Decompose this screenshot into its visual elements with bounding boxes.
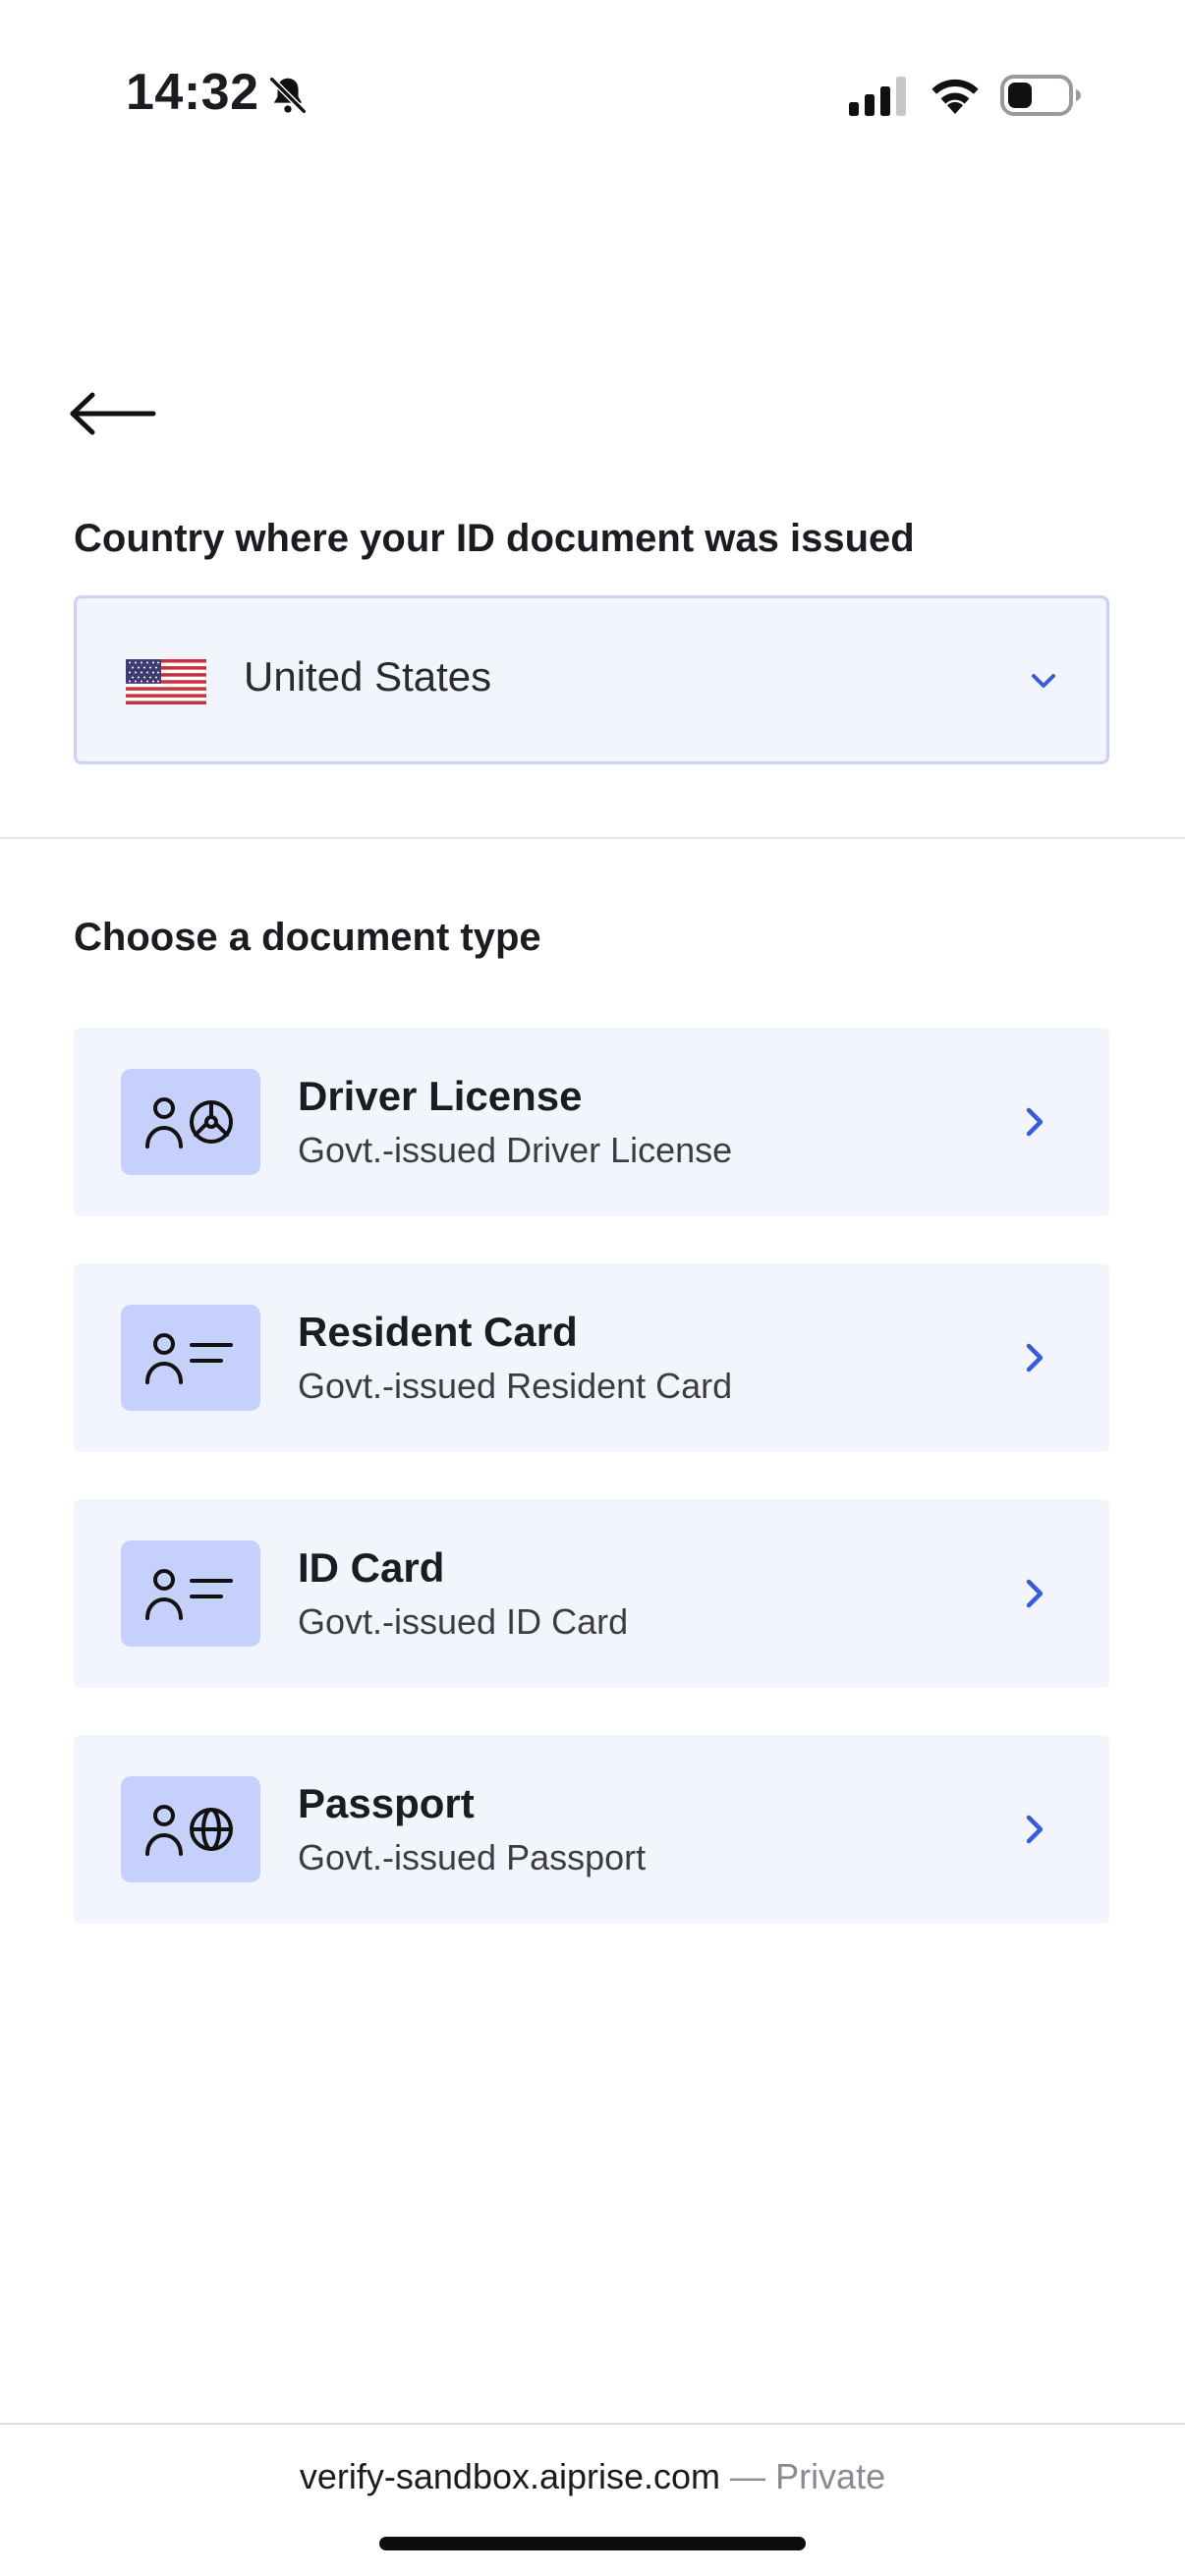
- chevron-down-icon: [1032, 674, 1055, 688]
- document-option-passport[interactable]: Passport Govt.-issued Passport: [74, 1735, 1109, 1924]
- battery-icon: [1000, 75, 1081, 116]
- browser-address[interactable]: verify-sandbox.aiprise.com — Private: [0, 2456, 1185, 2497]
- verification-page: 14:32 Country where your ID document was…: [0, 0, 1185, 2576]
- person-card-icon: [145, 1333, 233, 1384]
- document-title: Passport: [298, 1780, 475, 1826]
- document-icon-box: [121, 1540, 260, 1647]
- document-icon-box: [121, 1069, 260, 1175]
- home-indicator[interactable]: [379, 2537, 806, 2550]
- footer-divider: [0, 2423, 1185, 2425]
- us-flag-icon: [126, 659, 206, 704]
- document-title: Driver License: [298, 1073, 583, 1119]
- document-option-id-card[interactable]: ID Card Govt.-issued ID Card: [74, 1499, 1109, 1688]
- document-subtitle: Govt.-issued Passport: [298, 1837, 647, 1877]
- browser-separator: —: [720, 2456, 776, 2496]
- browser-mode: Private: [775, 2456, 886, 2496]
- document-type-label: Choose a document type: [74, 916, 541, 959]
- selected-country: United States: [244, 653, 492, 700]
- wifi-icon: [931, 79, 979, 114]
- document-subtitle: Govt.-issued Driver License: [298, 1130, 733, 1170]
- signal-icon: [849, 77, 906, 116]
- status-time: 14:32: [126, 64, 259, 121]
- browser-domain: verify-sandbox.aiprise.com: [299, 2456, 721, 2496]
- document-option-driver-license[interactable]: Driver License Govt.-issued Driver Licen…: [74, 1028, 1109, 1216]
- document-subtitle: Govt.-issued Resident Card: [298, 1366, 733, 1406]
- document-icon-box: [121, 1305, 260, 1411]
- arrow-left-icon[interactable]: [67, 383, 159, 444]
- document-icon-box: [121, 1776, 260, 1882]
- chevron-right-icon: [1026, 1107, 1044, 1137]
- document-subtitle: Govt.-issued ID Card: [298, 1601, 629, 1642]
- bell-slash-icon: [269, 77, 307, 114]
- document-title: ID Card: [298, 1544, 445, 1591]
- person-globe-icon: [145, 1805, 233, 1856]
- chevron-right-icon: [1026, 1579, 1044, 1608]
- person-card-icon: [145, 1569, 233, 1620]
- chevron-right-icon: [1026, 1343, 1044, 1372]
- document-option-resident-card[interactable]: Resident Card Govt.-issued Resident Card: [74, 1263, 1109, 1452]
- chevron-right-icon: [1026, 1815, 1044, 1844]
- document-title: Resident Card: [298, 1309, 578, 1355]
- section-divider: [0, 837, 1185, 839]
- country-label: Country where your ID document was issue…: [74, 517, 915, 560]
- person-steering-wheel-icon: [145, 1097, 233, 1148]
- country-select[interactable]: United States: [74, 595, 1109, 764]
